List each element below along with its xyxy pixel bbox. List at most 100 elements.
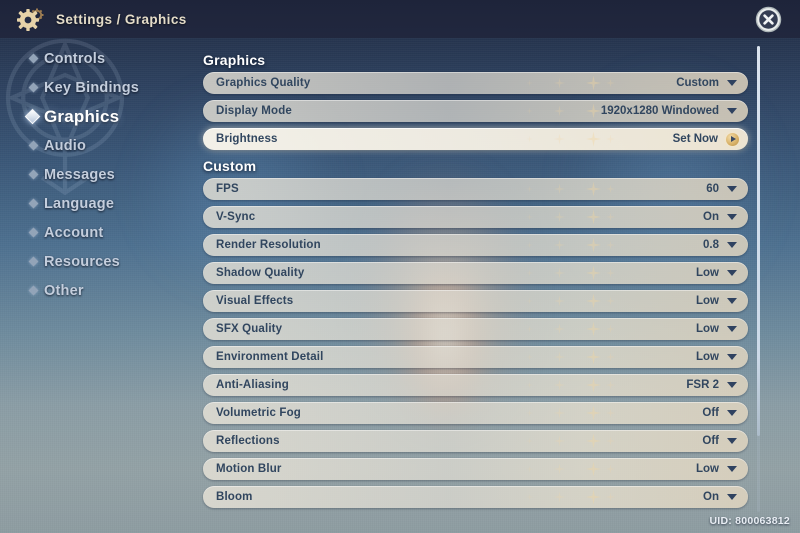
chevron-down-icon[interactable]: [727, 298, 737, 304]
sidebar-item-label: Other: [44, 282, 84, 299]
setting-row-shadow-quality[interactable]: Shadow Quality Low: [203, 262, 748, 284]
sparkle-decoration-icon: [520, 206, 630, 228]
setting-value: Off: [702, 435, 719, 447]
sidebar-item-audio[interactable]: Audio: [0, 131, 195, 160]
chevron-down-icon[interactable]: [727, 242, 737, 248]
setting-value: Custom: [676, 77, 719, 89]
sparkle-decoration-icon: [520, 346, 630, 368]
sparkle-decoration-icon: [520, 72, 630, 94]
sidebar-item-other[interactable]: Other: [0, 276, 195, 305]
setting-value: 0.8: [703, 239, 719, 251]
close-icon[interactable]: [755, 6, 782, 33]
chevron-down-icon[interactable]: [727, 438, 737, 444]
setting-row-reflections[interactable]: Reflections Off: [203, 430, 748, 452]
setting-row-display-mode[interactable]: Display Mode 1920x1280 Windowed: [203, 100, 748, 122]
setting-row-environment-detail[interactable]: Environment Detail Low: [203, 346, 748, 368]
uid-label: UID: 800063812: [709, 515, 790, 527]
sparkle-decoration-icon: [520, 486, 630, 508]
setting-row-brightness[interactable]: Brightness Set Now: [203, 128, 748, 150]
diamond-bullet-icon: [28, 169, 39, 180]
content-scrollbar-track[interactable]: [757, 46, 760, 512]
setting-row-graphics-quality[interactable]: Graphics Quality Custom: [203, 72, 748, 94]
setting-label: Motion Blur: [216, 463, 282, 475]
setting-label: Anti-Aliasing: [216, 379, 289, 391]
diamond-bullet-icon: [28, 285, 39, 296]
diamond-bullet-icon: [28, 140, 39, 151]
settings-content-panel: Graphics Graphics Quality Custom Display Mo…: [195, 44, 755, 516]
sidebar-item-label: Controls: [44, 50, 106, 67]
sidebar-item-account[interactable]: Account: [0, 218, 195, 247]
setting-row-sfx-quality[interactable]: SFX Quality Low: [203, 318, 748, 340]
setting-label: Environment Detail: [216, 351, 324, 363]
setting-label: V-Sync: [216, 211, 256, 223]
setting-label: Volumetric Fog: [216, 407, 301, 419]
setting-row-anti-aliasing[interactable]: Anti-Aliasing FSR 2: [203, 374, 748, 396]
sparkle-decoration-icon: [520, 318, 630, 340]
setting-label: Display Mode: [216, 105, 292, 117]
gear-icon: [17, 8, 44, 31]
diamond-bullet-icon: [24, 108, 41, 125]
setting-row-visual-effects[interactable]: Visual Effects Low: [203, 290, 748, 312]
sidebar-item-label: Account: [44, 224, 104, 241]
chevron-down-icon[interactable]: [727, 354, 737, 360]
play-button-icon[interactable]: [726, 132, 739, 146]
sidebar-item-label: Graphics: [44, 106, 120, 126]
setting-value: 60: [706, 183, 719, 195]
setting-row-volumetric-fog[interactable]: Volumetric Fog Off: [203, 402, 748, 424]
setting-value: Low: [696, 295, 719, 307]
setting-row-motion-blur[interactable]: Motion Blur Low: [203, 458, 748, 480]
sidebar-item-controls[interactable]: Controls: [0, 44, 195, 73]
setting-row-fps[interactable]: FPS 60: [203, 178, 748, 200]
setting-label: Reflections: [216, 435, 280, 447]
chevron-down-icon[interactable]: [727, 186, 737, 192]
setting-row-bloom[interactable]: Bloom On: [203, 486, 748, 508]
chevron-down-icon[interactable]: [727, 80, 737, 86]
sidebar-item-language[interactable]: Language: [0, 189, 195, 218]
title-bar: Settings / Graphics: [0, 0, 800, 38]
chevron-down-icon[interactable]: [727, 494, 737, 500]
chevron-down-icon[interactable]: [727, 214, 737, 220]
chevron-down-icon[interactable]: [727, 382, 737, 388]
chevron-down-icon[interactable]: [727, 108, 737, 114]
chevron-down-icon[interactable]: [727, 270, 737, 276]
setting-value: On: [703, 211, 719, 223]
section-title-custom: Custom: [203, 158, 257, 174]
setting-value: On: [703, 491, 719, 503]
settings-sidebar: Controls Key Bindings Graphics Audio Message…: [0, 44, 225, 514]
chevron-down-icon[interactable]: [727, 466, 737, 472]
sidebar-item-label: Resources: [44, 253, 120, 270]
setting-label: FPS: [216, 183, 239, 195]
setting-value: Off: [702, 407, 719, 419]
setting-row-v-sync[interactable]: V-Sync On: [203, 206, 748, 228]
chevron-down-icon[interactable]: [727, 410, 737, 416]
setting-label: Bloom: [216, 491, 253, 503]
setting-label: Graphics Quality: [216, 77, 311, 89]
setting-value: Low: [696, 351, 719, 363]
sidebar-item-graphics[interactable]: Graphics: [0, 102, 225, 131]
setting-value: 1920x1280 Windowed: [600, 105, 719, 117]
setting-label: Brightness: [216, 133, 278, 145]
sidebar-item-messages[interactable]: Messages: [0, 160, 195, 189]
sparkle-decoration-icon: [520, 234, 630, 256]
diamond-bullet-icon: [28, 82, 39, 93]
setting-label: Visual Effects: [216, 295, 294, 307]
sidebar-item-label: Language: [44, 195, 115, 212]
setting-label: Render Resolution: [216, 239, 321, 251]
sparkle-decoration-icon: [520, 128, 630, 150]
content-scrollbar-thumb[interactable]: [757, 46, 760, 436]
sidebar-item-label: Audio: [44, 137, 87, 154]
chevron-down-icon[interactable]: [727, 326, 737, 332]
setting-value: Set Now: [672, 133, 718, 145]
sidebar-item-label: Key Bindings: [44, 79, 140, 96]
setting-value: Low: [696, 463, 719, 475]
setting-row-render-resolution[interactable]: Render Resolution 0.8: [203, 234, 748, 256]
sparkle-decoration-icon: [520, 262, 630, 284]
setting-value: Low: [696, 323, 719, 335]
setting-value: FSR 2: [686, 379, 719, 391]
setting-value: Low: [696, 267, 719, 279]
breadcrumb: Settings / Graphics: [56, 11, 187, 27]
sidebar-item-key-bindings[interactable]: Key Bindings: [0, 73, 195, 102]
diamond-bullet-icon: [28, 53, 39, 64]
sparkle-decoration-icon: [520, 290, 630, 312]
sidebar-item-resources[interactable]: Resources: [0, 247, 195, 276]
